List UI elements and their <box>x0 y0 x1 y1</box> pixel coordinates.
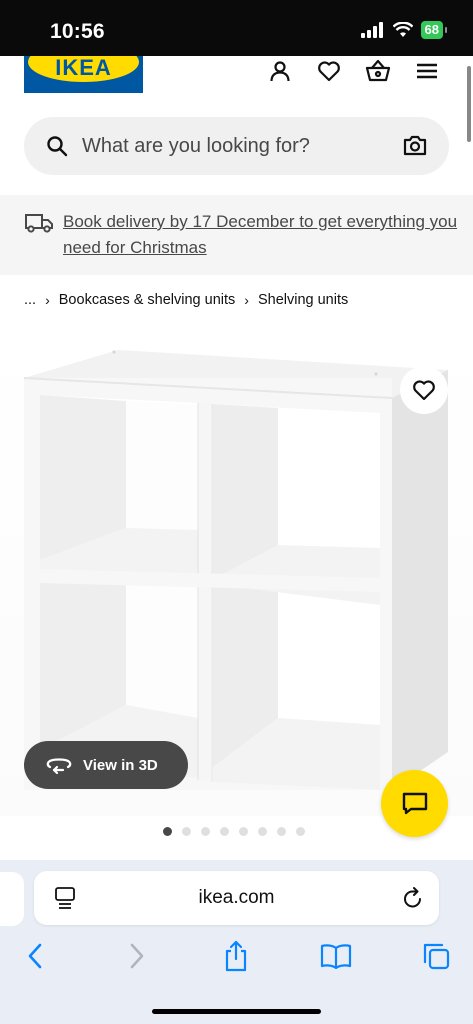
delivery-banner[interactable]: Book delivery by 17 December to get ever… <box>0 195 473 275</box>
tabs-button[interactable] <box>418 938 454 974</box>
breadcrumb-ellipsis[interactable]: ... <box>24 292 36 308</box>
browser-nav <box>0 938 473 978</box>
chat-button[interactable] <box>381 770 448 837</box>
add-to-favorites-button[interactable] <box>400 366 448 414</box>
carousel-dot[interactable] <box>182 827 191 836</box>
ikea-logo[interactable]: IKEA <box>24 56 143 93</box>
menu-icon[interactable] <box>411 56 443 86</box>
delivery-banner-link[interactable]: Book delivery by 17 December to get ever… <box>63 209 458 261</box>
basket-icon[interactable] <box>362 56 394 86</box>
rotate-3d-icon <box>46 758 72 774</box>
signal-icon <box>360 22 383 38</box>
previous-tab-peek[interactable] <box>0 872 24 926</box>
status-icons: 68 <box>360 21 448 39</box>
battery-indicator: 68 <box>420 21 448 39</box>
chat-icon <box>402 792 427 814</box>
page-scrollbar[interactable] <box>467 66 471 142</box>
truck-icon <box>25 214 53 233</box>
status-bar: 10:56 68 <box>0 0 473 56</box>
search-input[interactable] <box>82 130 382 162</box>
view-in-3d-label: View in 3D <box>83 756 158 774</box>
profile-icon[interactable] <box>264 56 296 86</box>
breadcrumb: ... › Bookcases & shelving units › Shelv… <box>24 292 348 308</box>
header-actions <box>264 56 443 86</box>
browser-toolbar: ikea.com <box>0 860 473 1024</box>
heart-icon <box>413 380 435 401</box>
address-bar[interactable]: ikea.com <box>34 871 439 925</box>
logo-text: IKEA <box>55 56 112 80</box>
view-in-3d-button[interactable]: View in 3D <box>24 741 188 789</box>
status-time: 10:56 <box>50 20 105 43</box>
camera-icon[interactable] <box>403 134 427 156</box>
carousel-dot[interactable] <box>239 827 248 836</box>
share-button[interactable] <box>218 938 254 974</box>
forward-button[interactable] <box>119 938 155 974</box>
wifi-icon <box>392 22 413 37</box>
carousel-dot[interactable] <box>163 827 172 836</box>
carousel-dot[interactable] <box>296 827 305 836</box>
url-text: ikea.com <box>198 887 275 908</box>
search-bar[interactable] <box>24 117 449 175</box>
search-icon <box>47 136 68 157</box>
carousel-dot[interactable] <box>201 827 210 836</box>
breadcrumb-item-bookcases[interactable]: Bookcases & shelving units <box>59 292 236 308</box>
chevron-right-icon <box>130 943 144 969</box>
back-button[interactable] <box>17 938 53 974</box>
chevron-right-icon: › <box>45 292 50 308</box>
carousel-dot[interactable] <box>220 827 229 836</box>
heart-icon[interactable] <box>313 56 345 86</box>
chevron-left-icon <box>28 943 42 969</box>
carousel-dot[interactable] <box>277 827 286 836</box>
carousel-dot[interactable] <box>258 827 267 836</box>
reload-icon[interactable] <box>402 886 424 910</box>
tabs-icon <box>423 943 450 970</box>
carousel-pagination <box>163 827 305 836</box>
book-icon <box>320 944 352 969</box>
chevron-right-icon: › <box>244 292 249 308</box>
breadcrumb-item-shelving-units[interactable]: Shelving units <box>258 292 348 308</box>
home-indicator[interactable] <box>152 1009 321 1014</box>
bookmarks-button[interactable] <box>318 938 354 974</box>
share-icon <box>225 940 247 972</box>
